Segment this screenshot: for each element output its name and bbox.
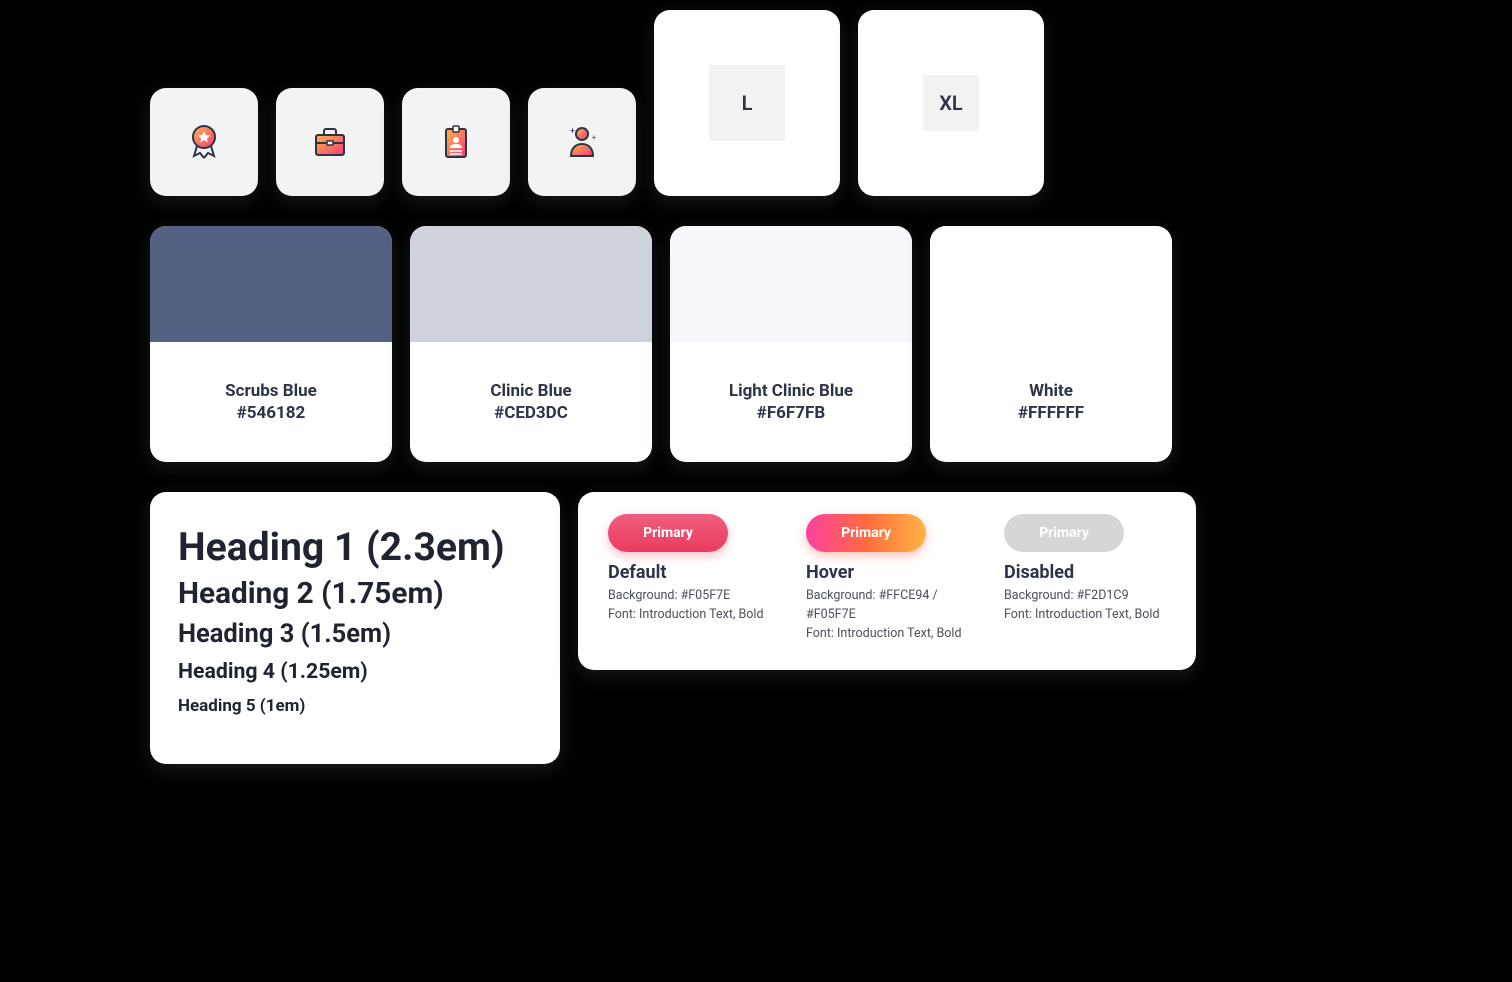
color-name: White <box>1029 381 1073 401</box>
award-icon <box>182 120 226 164</box>
color-hex: #CED3DC <box>494 403 568 423</box>
color-swatch-light-clinic-blue: Light Clinic Blue #F6F7FB <box>670 226 912 462</box>
button-state-label: Disabled <box>1004 562 1166 583</box>
button-font-spec: Font: Introduction Text, Bold <box>806 625 968 644</box>
color-name: Scrubs Blue <box>225 381 317 401</box>
color-name: Clinic Blue <box>490 381 571 401</box>
button-state-label: Hover <box>806 562 968 583</box>
button-states-card: Primary Default Background: #F05F7E Font… <box>578 492 1196 670</box>
button-disabled-col: Primary Disabled Background: #F2D1C9 Fon… <box>1004 514 1166 648</box>
size-label-xl: XL <box>923 75 979 131</box>
icon-card-briefcase <box>276 88 384 196</box>
color-swatch-clinic-blue: Clinic Blue #CED3DC <box>410 226 652 462</box>
primary-button-hover[interactable]: Primary <box>806 514 926 552</box>
color-fill <box>930 226 1172 342</box>
button-default-col: Primary Default Background: #F05F7E Font… <box>608 514 770 648</box>
specs-row: Heading 1 (2.3em) Heading 2 (1.75em) Hea… <box>150 492 1196 764</box>
button-font-spec: Font: Introduction Text, Bold <box>608 606 770 625</box>
id-badge-icon <box>434 120 478 164</box>
color-hex: #F6F7FB <box>757 403 825 423</box>
icon-card-user: + + <box>528 88 636 196</box>
button-bg-spec: Background: #FFCE94 / #F05F7E <box>806 587 968 625</box>
user-icon: + + <box>560 120 604 164</box>
button-bg-spec: Background: #F05F7E <box>608 587 770 606</box>
svg-text:+: + <box>570 127 575 137</box>
button-bg-spec: Background: #F2D1C9 <box>1004 587 1166 606</box>
color-swatch-scrubs-blue: Scrubs Blue #546182 <box>150 226 392 462</box>
button-font-spec: Font: Introduction Text, Bold <box>1004 606 1166 625</box>
icon-card-award <box>150 88 258 196</box>
color-fill <box>670 226 912 342</box>
heading-3-spec: Heading 3 (1.5em) <box>178 619 532 649</box>
button-hover-col: Primary Hover Background: #FFCE94 / #F05… <box>806 514 968 648</box>
heading-1-spec: Heading 1 (2.3em) <box>178 524 532 570</box>
color-fill <box>150 226 392 342</box>
color-hex: #FFFFFF <box>1018 403 1084 423</box>
svg-text:+: + <box>592 134 596 142</box>
size-label-l: L <box>709 65 785 141</box>
color-hex: #546182 <box>237 403 306 423</box>
primary-button-default[interactable]: Primary <box>608 514 728 552</box>
button-state-label: Default <box>608 562 770 583</box>
icon-row: + + L XL <box>150 60 1196 196</box>
color-name: Light Clinic Blue <box>729 381 853 401</box>
color-swatch-white: White #FFFFFF <box>930 226 1172 462</box>
color-swatch-row: Scrubs Blue #546182 Clinic Blue #CED3DC … <box>150 226 1196 462</box>
heading-4-spec: Heading 4 (1.25em) <box>178 659 532 684</box>
heading-2-spec: Heading 2 (1.75em) <box>178 576 532 611</box>
heading-5-spec: Heading 5 (1em) <box>178 696 532 716</box>
size-card-xl: XL <box>858 10 1044 196</box>
briefcase-icon <box>308 120 352 164</box>
typography-card: Heading 1 (2.3em) Heading 2 (1.75em) Hea… <box>150 492 560 764</box>
primary-button-disabled: Primary <box>1004 514 1124 552</box>
icon-card-id-badge <box>402 88 510 196</box>
size-card-l: L <box>654 10 840 196</box>
color-fill <box>410 226 652 342</box>
